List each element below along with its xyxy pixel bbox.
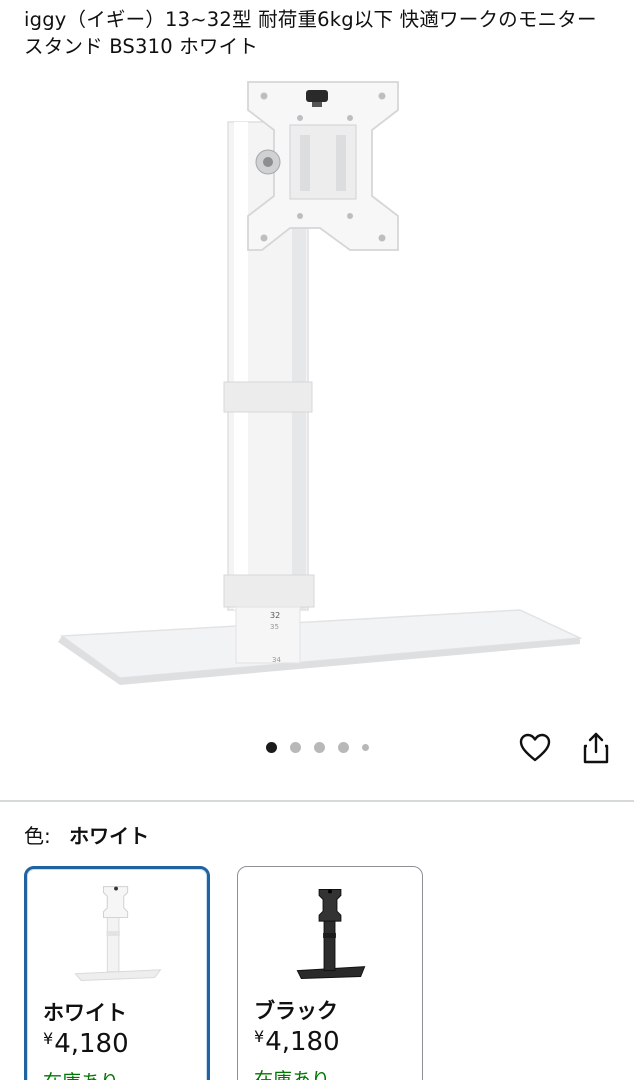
color-label-row: 色: ホワイト [24, 822, 149, 850]
gallery-dot-1[interactable] [265, 741, 277, 753]
color-selected-value: ホワイト [69, 824, 150, 848]
section-divider [0, 800, 634, 802]
heart-icon [519, 733, 551, 762]
pole-label-35: 35 [270, 623, 279, 631]
color-option-price: ¥4,180 [254, 1027, 340, 1057]
pole-label-34: 34 [272, 656, 281, 664]
price-value: 4,180 [54, 1029, 129, 1059]
price-value: 4,180 [265, 1027, 340, 1057]
black-stand-thumbnail [296, 888, 366, 979]
color-option-name: ホワイト [43, 1001, 127, 1025]
currency-symbol: ¥ [254, 1027, 265, 1046]
color-label: 色: [24, 824, 51, 848]
white-stand-thumbnail [74, 886, 162, 981]
stock-status: 在庫あり [43, 1067, 119, 1080]
gallery-dot-3[interactable] [313, 741, 325, 753]
pole-label-32: 32 [270, 611, 280, 620]
favorite-button[interactable] [515, 728, 555, 768]
color-option-black[interactable]: ブラック ¥4,180 在庫あり [237, 866, 423, 1080]
color-option-name: ブラック [254, 999, 338, 1023]
color-option-price: ¥4,180 [43, 1029, 129, 1059]
currency-symbol: ¥ [43, 1029, 54, 1048]
gallery-dot-2[interactable] [289, 741, 301, 753]
gallery-dot-5[interactable] [361, 743, 369, 751]
product-image[interactable]: 32 35 34 [0, 70, 634, 710]
stock-status: 在庫あり [254, 1069, 331, 1080]
gallery-dot-4[interactable] [337, 741, 349, 753]
product-page: iggy（イギー）13~32型 耐荷重6kg以下 快適ワークのモニタースタンド … [0, 0, 634, 1080]
product-title[interactable]: iggy（イギー）13~32型 耐荷重6kg以下 快適ワークのモニタースタンド … [24, 6, 614, 60]
color-option-white[interactable]: ホワイト ¥4,180 在庫あり [24, 866, 210, 1080]
share-icon [583, 732, 609, 764]
share-button[interactable] [576, 728, 616, 768]
